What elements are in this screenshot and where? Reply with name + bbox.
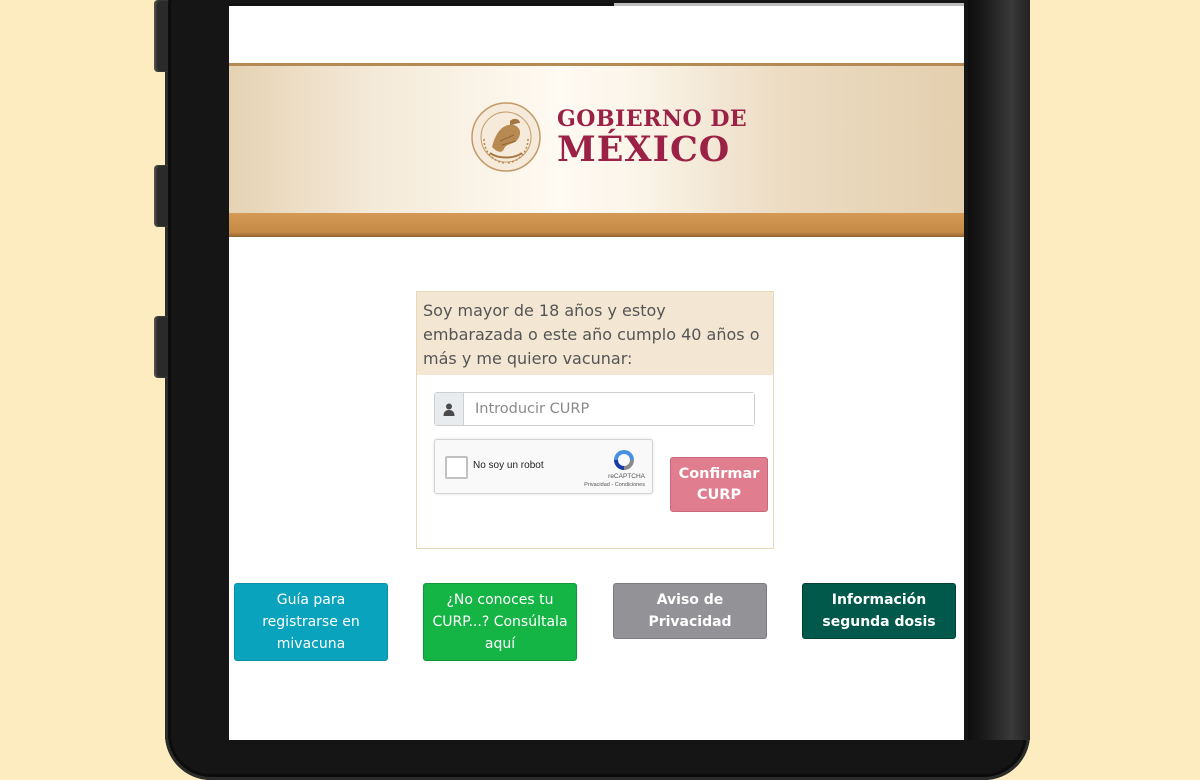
privacy-notice-button[interactable]: Aviso de Privacidad [613, 583, 767, 639]
second-dose-info-button[interactable]: Información segunda dosis [802, 583, 956, 639]
recaptcha-widget: No soy un robot reCAPTCHA Privacidad - C… [434, 439, 653, 494]
national-seal-icon [471, 102, 541, 172]
government-title: GOBIERNO DE MÉXICO [557, 108, 747, 167]
recaptcha-label: No soy un robot [473, 460, 544, 471]
recaptcha-terms-links[interactable]: Privacidad - Condiciones [435, 482, 645, 488]
recaptcha-logo-icon [614, 450, 634, 470]
phone-side-button-top [154, 0, 168, 72]
curp-lookup-button[interactable]: ¿No conoces tu CURP...? Consúltala aquí [423, 583, 577, 661]
status-strip [229, 3, 964, 6]
phone-side-button-middle [154, 165, 168, 227]
government-title-line2: MÉXICO [557, 129, 731, 170]
curp-input[interactable] [464, 393, 754, 425]
curp-field[interactable] [434, 392, 755, 426]
phone-side-button-bottom [154, 316, 168, 378]
government-banner: GOBIERNO DE MÉXICO [229, 63, 964, 216]
registration-guide-button[interactable]: Guía para registrarse en mivacuna [234, 583, 388, 661]
eligibility-text: Soy mayor de 18 años y estoy embarazada … [417, 292, 773, 375]
user-icon [435, 393, 464, 425]
phone-right-edge [968, 0, 1030, 740]
recaptcha-brand: reCAPTCHA [608, 473, 645, 480]
confirm-curp-button[interactable]: Confirmar CURP [670, 457, 768, 512]
banner-bar [229, 213, 964, 237]
government-title-line1: GOBIERNO DE [557, 106, 748, 132]
phone-screen: GOBIERNO DE MÉXICO Soy mayor de 18 años … [229, 3, 964, 740]
curp-form-card: Soy mayor de 18 años y estoy embarazada … [416, 291, 774, 549]
